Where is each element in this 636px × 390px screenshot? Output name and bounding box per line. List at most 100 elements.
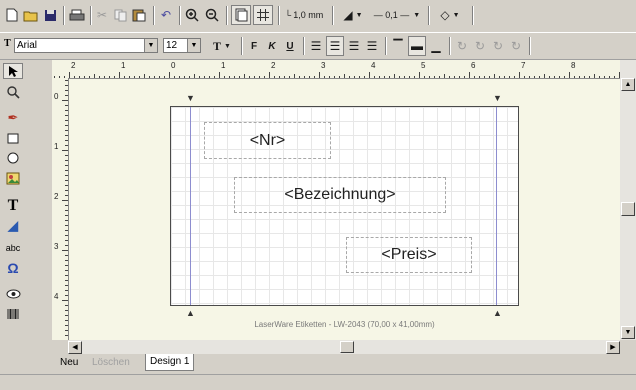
ruler-tick	[229, 76, 230, 78]
bezeichnung-field[interactable]: <Bezeichnung>	[234, 177, 446, 213]
undo-icon[interactable]: ↶	[158, 5, 174, 25]
toolbar-separator	[278, 6, 280, 25]
counter-text-tool-icon[interactable]: abc	[3, 240, 23, 256]
ruler-tick	[609, 76, 610, 78]
ruler-tick	[62, 100, 68, 101]
tab-design-1[interactable]: Design 1	[145, 354, 195, 371]
database-field-tool-icon[interactable]	[3, 286, 23, 302]
ruler-tick	[564, 76, 565, 78]
scroll-left-icon[interactable]: ◀	[68, 341, 82, 354]
ruler-label: 2	[71, 61, 76, 70]
font-size-select[interactable]: 12 ▼	[163, 38, 201, 53]
new-document-icon[interactable]	[4, 5, 20, 25]
vertical-scrollbar[interactable]: ▲ ▼	[620, 60, 636, 340]
ruler-tick	[224, 76, 225, 78]
align-center-icon[interactable]: ☰	[326, 36, 344, 56]
text-rotate-270-icon[interactable]: ↻	[508, 36, 524, 56]
ruler-tick	[65, 125, 68, 126]
ruler-tick	[62, 250, 68, 251]
align-right-icon[interactable]: ☰	[346, 36, 362, 56]
page-tabs: Neu Löschen Design 1	[52, 354, 636, 372]
ruler-tick	[65, 280, 68, 281]
underline-button[interactable]: U	[282, 36, 298, 56]
ruler-tick	[434, 76, 435, 78]
label-design-area[interactable]: <Nr> <Bezeichnung> <Preis>	[170, 106, 519, 306]
valign-top-icon[interactable]: ▔	[390, 36, 406, 56]
ruler-tick	[209, 76, 210, 78]
ruler-tick	[65, 295, 68, 296]
zoom-out-icon[interactable]	[203, 5, 221, 25]
symbol-tool-icon[interactable]: Ω	[3, 260, 23, 276]
text-color-picker[interactable]: T ▼	[207, 36, 237, 56]
barcode-tool-icon[interactable]	[3, 306, 23, 322]
text-rotate-0-icon[interactable]: ↻	[454, 36, 470, 56]
zoom-tool-icon[interactable]	[3, 84, 23, 100]
preis-field[interactable]: <Preis>	[346, 237, 472, 273]
ruler-tick	[65, 140, 68, 141]
valign-bottom-icon[interactable]: ▁	[428, 36, 444, 56]
align-justify-icon[interactable]: ☰	[364, 36, 380, 56]
line-width-selector[interactable]: └ 1,0 mm	[282, 5, 326, 25]
ruler-tick	[65, 145, 68, 146]
fill-selector[interactable]: ◇ ▼	[433, 5, 467, 25]
toolbar-separator	[472, 6, 474, 25]
ruler-tick	[529, 76, 530, 78]
ellipse-tool-icon[interactable]	[3, 150, 23, 166]
copy-icon[interactable]	[112, 5, 128, 25]
line-color-picker[interactable]: ◢ ▼	[337, 5, 369, 25]
ruler-tick	[65, 180, 68, 181]
ruler-tick	[65, 205, 68, 206]
zoom-in-icon[interactable]	[183, 5, 201, 25]
ruler-tick	[94, 74, 95, 78]
grid-toggle-icon[interactable]	[253, 5, 273, 25]
nr-field[interactable]: <Nr>	[204, 122, 331, 159]
text-tool-icon[interactable]: T	[3, 197, 23, 214]
toolbar-separator	[449, 37, 451, 55]
bold-button[interactable]: F	[246, 36, 262, 56]
valign-middle-icon[interactable]: ▬	[408, 36, 426, 56]
ruler-tick	[65, 120, 68, 121]
paste-icon[interactable]	[130, 5, 148, 25]
horizontal-scroll-thumb[interactable]	[340, 341, 354, 353]
line-style-value: — 0,1 —	[373, 10, 410, 20]
ruler-tick	[189, 76, 190, 78]
italic-button[interactable]: K	[264, 36, 280, 56]
font-name-select[interactable]: Arial ▼	[14, 38, 158, 53]
chevron-down-icon: ▼	[224, 42, 231, 50]
ruler-tick	[65, 335, 68, 336]
fill-shape-icon: ◇	[440, 8, 450, 22]
scroll-up-icon[interactable]: ▲	[621, 78, 635, 91]
design-canvas[interactable]: ▼ ▼ <Nr> <Bezeichnung> <Preis> ▲ ▲ Laser…	[69, 79, 620, 340]
scroll-down-icon[interactable]: ▼	[621, 326, 635, 339]
ruler-tick	[554, 76, 555, 78]
pen-tool-icon[interactable]: ✒	[3, 110, 23, 126]
horizontal-scrollbar[interactable]: ◀ ▶	[68, 340, 620, 354]
text-rotate-180-icon[interactable]: ↻	[490, 36, 506, 56]
ruler-tick	[279, 76, 280, 78]
save-disk-icon[interactable]	[42, 5, 58, 25]
scroll-right-icon[interactable]: ▶	[606, 341, 620, 354]
image-tool-icon[interactable]	[3, 170, 23, 186]
ruler-tick	[359, 76, 360, 78]
toolbar-separator	[241, 37, 243, 55]
open-folder-icon[interactable]	[22, 5, 40, 25]
text-rotate-90-icon[interactable]: ↻	[472, 36, 488, 56]
ruler-tick	[479, 76, 480, 78]
select-arrow-icon[interactable]	[3, 63, 23, 79]
print-icon[interactable]	[68, 5, 86, 25]
rectangle-tool-icon[interactable]	[3, 130, 23, 146]
ruler-tick	[424, 76, 425, 78]
rotated-text-tool-icon[interactable]: ◢	[3, 218, 23, 234]
align-left-icon[interactable]: ☰	[308, 36, 324, 56]
ruler-label: 2	[54, 192, 59, 201]
new-page-button[interactable]: Neu	[56, 355, 82, 370]
toolbar-separator	[385, 37, 387, 55]
vertical-scroll-thumb[interactable]	[621, 202, 635, 216]
ruler-tick	[79, 76, 80, 78]
ruler-tick	[329, 76, 330, 78]
line-style-selector[interactable]: — 0,1 — ▼	[371, 5, 423, 25]
delete-page-button[interactable]: Löschen	[88, 355, 134, 370]
ruler-tick	[65, 260, 68, 261]
cut-icon[interactable]: ✂	[94, 5, 110, 25]
page-view-icon[interactable]	[231, 5, 251, 25]
